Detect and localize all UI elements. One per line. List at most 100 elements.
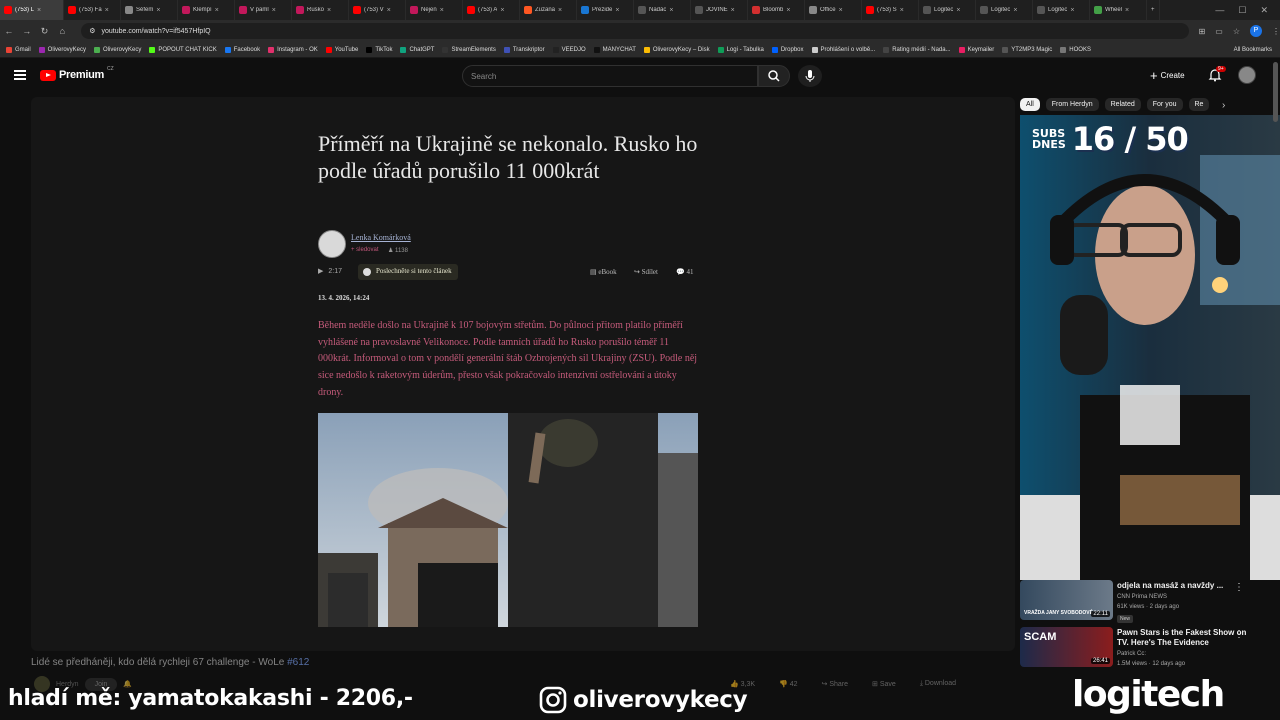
browser-tab[interactable]: (753) L ×	[0, 0, 64, 20]
filter-chip[interactable]: All	[1020, 98, 1040, 111]
bookmark-item[interactable]: HOOKS	[1060, 46, 1091, 53]
bookmark-item[interactable]: OliverovyKecy – Disk	[643, 46, 710, 53]
tab-close-icon[interactable]: ×	[669, 7, 673, 14]
browser-tab[interactable]: Office ×	[805, 0, 862, 20]
filter-chip[interactable]: For you	[1146, 98, 1183, 111]
share-button[interactable]: ↪ Share	[822, 680, 849, 688]
tab-close-icon[interactable]: ×	[1125, 7, 1129, 14]
browser-tab[interactable]: Logitec ×	[919, 0, 976, 20]
browser-tab[interactable]: Zuzana ×	[520, 0, 577, 20]
filter-chip[interactable]: From Herdyn	[1045, 98, 1099, 111]
bookmark-item[interactable]: Gmail	[6, 46, 31, 53]
tab-close-icon[interactable]: ×	[956, 7, 960, 14]
bookmark-item[interactable]: POPOUT CHAT KICK	[149, 46, 217, 53]
tab-close-icon[interactable]: ×	[615, 7, 619, 14]
browser-tab[interactable]: Prezide ×	[577, 0, 634, 20]
bookmark-item[interactable]: Facebook	[224, 46, 260, 53]
browser-tab[interactable]: V paml ×	[235, 0, 292, 20]
video-thumbnail[interactable]: SCAM 26:41	[1020, 627, 1113, 667]
channel-name[interactable]: Patrick Cc:	[1117, 651, 1146, 657]
tab-close-icon[interactable]: ×	[839, 7, 843, 14]
bookmark-item[interactable]: ChatGPT	[400, 46, 434, 53]
profile-button[interactable]: P	[1250, 25, 1262, 37]
tab-close-icon[interactable]: ×	[900, 7, 904, 14]
tab-close-icon[interactable]: ×	[558, 7, 562, 14]
save-button[interactable]: ⊞ Save	[872, 680, 896, 688]
browser-tab[interactable]: Logitec ×	[976, 0, 1033, 20]
bookmark-item[interactable]: TikTok	[366, 46, 392, 53]
browser-tab[interactable]: Klempí ×	[178, 0, 235, 20]
tab-close-icon[interactable]: ×	[731, 7, 735, 14]
forward-icon[interactable]: →	[18, 26, 36, 36]
maximize-icon[interactable]: ☐	[1238, 5, 1246, 16]
dislike-button[interactable]: 👎 42	[779, 680, 797, 688]
browser-tab[interactable]: (753) Fa ×	[64, 0, 121, 20]
close-window-icon[interactable]: ✕	[1260, 5, 1268, 16]
bookmark-item[interactable]: MANYCHAT	[593, 46, 636, 53]
browser-tab[interactable]: Rusko ×	[292, 0, 349, 20]
reload-icon[interactable]: ↻	[36, 26, 54, 37]
filter-chip[interactable]: Related	[1104, 98, 1141, 111]
browser-tab[interactable]: (753) S ×	[862, 0, 919, 20]
bookmark-item[interactable]: Rating médií - Nada...	[883, 46, 951, 53]
recommended-video[interactable]: SCAM 26:41 Pawn Stars is the Fakest Show o…	[1020, 627, 1270, 671]
create-button[interactable]: + Create	[1150, 68, 1185, 83]
tab-close-icon[interactable]: ×	[440, 7, 444, 14]
bookmark-item[interactable]: StreamElements	[442, 46, 496, 53]
video-title[interactable]: Pawn Stars is the Fakest Show on TV. Her…	[1117, 628, 1247, 648]
minimize-icon[interactable]: —	[1215, 5, 1224, 15]
all-bookmarks-button[interactable]: All Bookmarks	[1234, 47, 1280, 53]
bookmark-item[interactable]: OliverovyKecy	[94, 46, 141, 53]
browser-tab[interactable]: Nadác ×	[634, 0, 691, 20]
tab-close-icon[interactable]: ×	[105, 7, 109, 14]
voice-search-button[interactable]	[798, 65, 822, 87]
url-field[interactable]: ⚙ youtube.com/watch?v=if5457HfpIQ	[81, 23, 1189, 39]
more-options-icon[interactable]: ⋮	[1234, 629, 1244, 640]
search-button[interactable]	[758, 65, 790, 87]
tab-close-icon[interactable]: ×	[1013, 7, 1017, 14]
browser-tab[interactable]: (753) V ×	[349, 0, 406, 20]
bookmark-item[interactable]: YouTube	[325, 46, 358, 53]
site-info-icon[interactable]: ⚙	[89, 27, 95, 35]
bookmark-item[interactable]: Prohlášení o volbě...	[811, 46, 875, 53]
bookmark-item[interactable]: VEEDJO	[552, 46, 586, 53]
user-avatar[interactable]	[1238, 66, 1256, 84]
hamburger-menu-icon[interactable]	[14, 70, 26, 80]
bookmark-item[interactable]: Keymailer	[958, 46, 994, 53]
tab-close-icon[interactable]: ×	[37, 7, 41, 14]
download-button[interactable]: ⤓ Download	[920, 680, 956, 688]
bookmark-item[interactable]: OliverovyKecy	[38, 46, 86, 53]
browser-tab[interactable]: (753) A ×	[463, 0, 520, 20]
new-tab-button[interactable]: +	[1147, 0, 1160, 20]
video-thumbnail[interactable]: VRAŽDA JANY SVOBODOVÉ 22:11	[1020, 580, 1113, 620]
tab-close-icon[interactable]: ×	[500, 7, 504, 14]
tab-close-icon[interactable]: ×	[786, 7, 790, 14]
cast-icon[interactable]: ▭	[1215, 27, 1223, 36]
filter-chip[interactable]: Re	[1188, 98, 1210, 111]
bookmark-item[interactable]: Dropbox	[771, 46, 804, 53]
tab-close-icon[interactable]: ×	[387, 7, 391, 14]
video-title[interactable]: odjela na masáž a navždy ...	[1117, 581, 1247, 591]
bookmark-star-icon[interactable]: ☆	[1233, 27, 1240, 36]
bookmark-item[interactable]: Instagram - OK	[268, 46, 318, 53]
tab-close-icon[interactable]: ×	[327, 7, 331, 14]
extension-icon[interactable]: ⊞	[1199, 27, 1206, 36]
tab-close-icon[interactable]: ×	[215, 7, 219, 14]
back-icon[interactable]: ←	[0, 26, 18, 36]
home-icon[interactable]: ⌂	[53, 26, 71, 36]
page-scrollbar[interactable]	[1273, 62, 1278, 122]
tab-close-icon[interactable]: ×	[272, 7, 276, 14]
browser-tab[interactable]: Wheel ×	[1090, 0, 1147, 20]
browser-menu-icon[interactable]: ⋮	[1272, 27, 1280, 36]
more-options-icon[interactable]: ⋮	[1234, 582, 1244, 593]
browser-tab[interactable]: Logitec ×	[1033, 0, 1090, 20]
bookmark-item[interactable]: YT2MP3 Magic	[1002, 46, 1052, 53]
chevron-right-icon[interactable]: ›	[1222, 100, 1225, 111]
bookmark-item[interactable]: Logi - Tabulka	[717, 46, 764, 53]
tab-close-icon[interactable]: ×	[1070, 7, 1074, 14]
browser-tab[interactable]: JOVINE ×	[691, 0, 748, 20]
youtube-logo[interactable]: Premium CZ	[40, 66, 114, 81]
video-hashtag[interactable]: #612	[287, 657, 309, 668]
recommended-video[interactable]: VRAŽDA JANY SVOBODOVÉ 22:11 odjela na masá…	[1020, 580, 1270, 624]
bookmark-item[interactable]: Transkriptor	[503, 46, 545, 53]
